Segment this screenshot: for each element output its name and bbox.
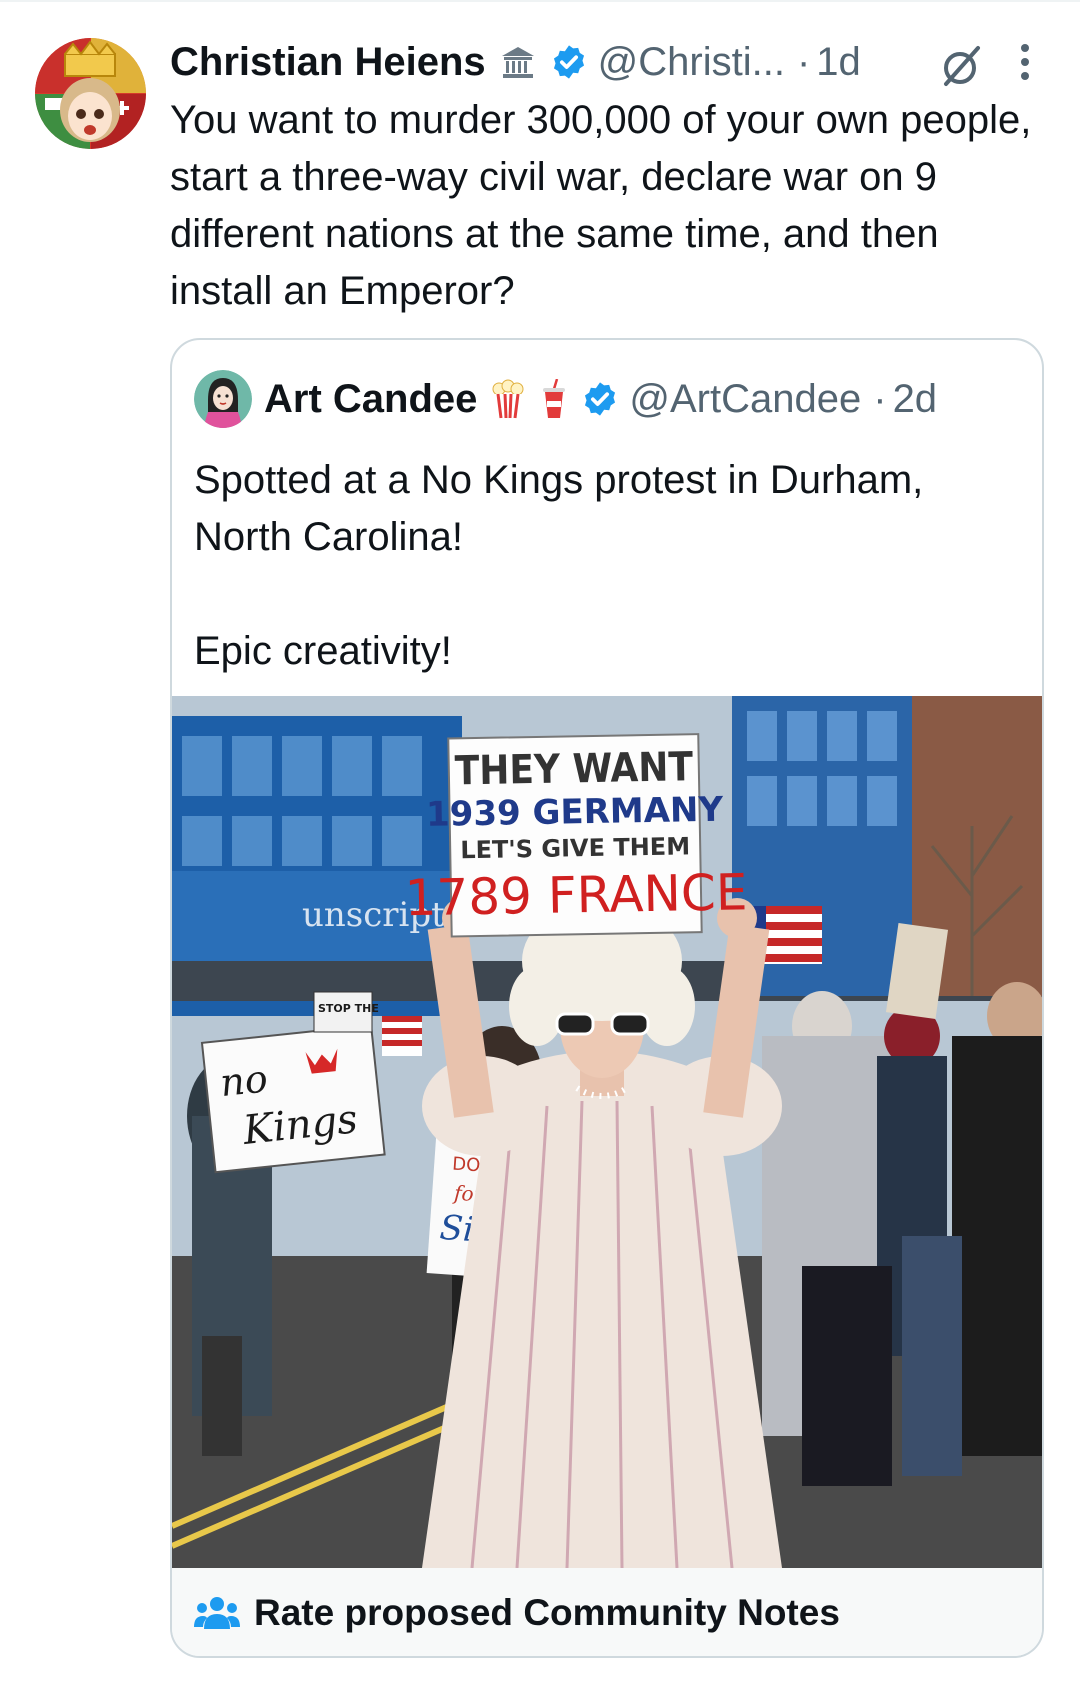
quoted-text-line: Epic creativity!: [194, 629, 452, 673]
community-notes-label[interactable]: Rate proposed Community Notes: [254, 1592, 840, 1634]
quoted-tweet-header: Art Candee @ArtCandee · 2d: [264, 370, 937, 428]
separator-dot: ·: [873, 376, 887, 421]
quoted-tweet-age[interactable]: 2d: [893, 377, 938, 422]
author-handle[interactable]: @Christi...: [598, 40, 785, 85]
protest-photo[interactable]: unscripted no Kings STOP THE DOES THEY W…: [172, 696, 1042, 1568]
quoted-tweet-text: Spotted at a No Kings protest in Durham,…: [194, 452, 1014, 680]
verified-badge-icon[interactable]: [581, 380, 619, 418]
verified-badge-icon[interactable]: [550, 43, 588, 81]
quoted-author-avatar[interactable]: [194, 370, 252, 428]
top-divider: [0, 0, 1080, 2]
quoted-author-handle[interactable]: @ArtCandee: [629, 377, 861, 422]
separator-dot: ·: [796, 39, 811, 84]
soda-cup-icon: [539, 379, 569, 419]
community-notes-bar[interactable]: Rate proposed Community Notes: [172, 1568, 1042, 1656]
tweet-text: You want to murder 300,000 of your own p…: [170, 98, 1032, 313]
classical-building-icon: [498, 42, 538, 82]
left-sign-line1: no: [218, 1056, 270, 1105]
quoted-author-name[interactable]: Art Candee: [264, 377, 477, 422]
tweet-header: Christian Heiens @Christi... · 1d: [170, 34, 861, 90]
small-sign-text: STOP THE: [318, 1002, 379, 1015]
main-sign-line3: LET'S GIVE THEM: [460, 832, 690, 864]
people-icon: [194, 1595, 240, 1631]
main-sign-line2: 1939 GERMANY: [426, 790, 724, 835]
main-sign-line4: 1789 FRANCE: [404, 863, 748, 927]
author-name[interactable]: Christian Heiens: [170, 40, 486, 85]
popcorn-icon: [489, 379, 527, 419]
author-avatar[interactable]: [35, 38, 146, 149]
main-sign-line1: THEY WANT: [454, 744, 693, 794]
quoted-text-line: Spotted at a No Kings protest in Durham,…: [194, 458, 924, 559]
more-options-icon[interactable]: [1010, 40, 1040, 84]
quoted-tweet[interactable]: Art Candee @ArtCandee · 2d Spotted at a …: [170, 338, 1044, 1658]
grok-icon[interactable]: [940, 44, 984, 88]
tweet-age[interactable]: 1d: [816, 40, 861, 85]
